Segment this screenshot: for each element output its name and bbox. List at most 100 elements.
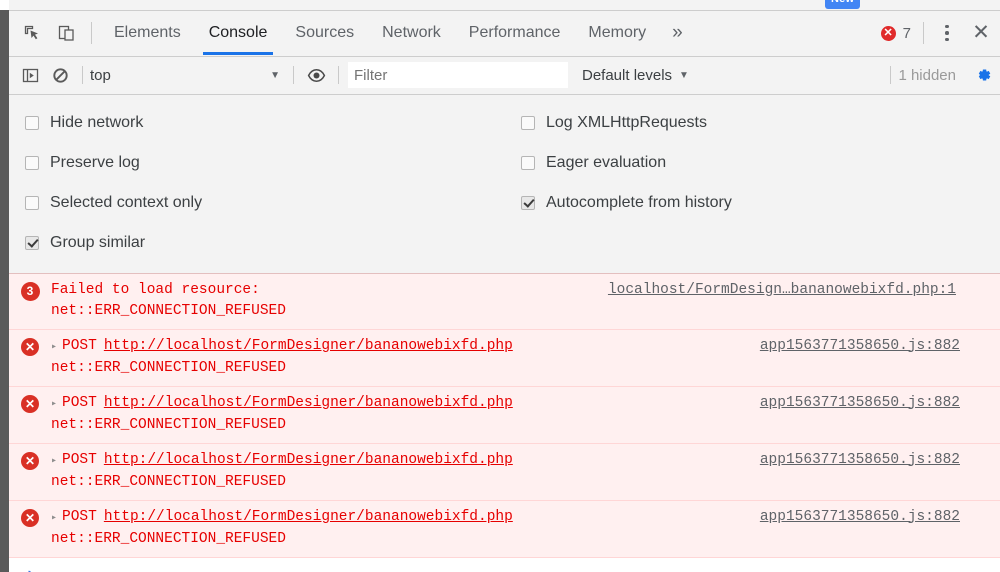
new-badge-strip: New [9,0,1000,11]
disclosure-triangle-icon[interactable]: ▸ [51,394,57,415]
error-icon: ✕ [21,508,39,527]
tab-elements[interactable]: Elements [100,11,195,55]
setting-log-xhr[interactable]: Log XMLHttpRequests [521,103,1000,143]
request-url-link[interactable]: http://localhost/FormDesigner/bananowebi… [104,393,513,414]
message-text: Failed to load resource: [51,281,260,298]
new-badge: New [825,0,861,9]
settings-column-right: Log XMLHttpRequests Eager evaluation Aut… [521,103,1000,263]
tab-sources[interactable]: Sources [281,11,368,55]
tabbar-divider [91,22,92,45]
message-source-link[interactable]: localhost/FormDesign…bananowebixfd.php:1 [608,280,1000,322]
clear-console-icon[interactable] [45,60,75,90]
console-message-list[interactable]: 3 Failed to load resource: net::ERR_CONN… [9,273,1000,572]
group-similar-checkbox[interactable] [25,235,39,250]
devtools-tabbar: Elements Console Sources Network Perform… [9,10,1000,57]
message-detail: net::ERR_CONNECTION_REFUSED [51,473,286,490]
setting-autocomplete-from-history[interactable]: Autocomplete from history [521,183,1000,223]
setting-label: Autocomplete from history [546,193,732,211]
error-count-value: 7 [902,24,911,42]
tab-console[interactable]: Console [195,11,282,56]
message-text-line: ▸ POST http://localhost/FormDesigner/ban… [51,393,760,415]
more-tabs-icon[interactable]: » [660,11,695,55]
error-count-indicator[interactable]: ✕ 7 [880,24,915,42]
request-method: POST [62,451,97,468]
request-url-link[interactable]: http://localhost/FormDesigner/bananowebi… [104,336,513,357]
disclosure-triangle-icon[interactable]: ▸ [51,451,57,472]
setting-hide-network[interactable]: Hide network [25,103,521,143]
devtools-body: New Elements Console Sources Network [9,0,1000,572]
message-detail: net::ERR_CONNECTION_REFUSED [51,530,286,547]
setting-selected-context-only[interactable]: Selected context only [25,183,521,223]
selected-context-only-checkbox[interactable] [25,195,39,210]
console-message-error[interactable]: ✕ ▸ POST http://localhost/FormDesigner/b… [9,386,1000,444]
hidden-messages-count[interactable]: 1 hidden [898,67,966,84]
request-method: POST [62,394,97,411]
hide-network-checkbox[interactable] [25,115,39,130]
settings-column-left: Hide network Preserve log Selected conte… [9,103,521,263]
disclosure-triangle-icon[interactable]: ▸ [51,508,57,529]
message-detail: net::ERR_CONNECTION_REFUSED [51,359,286,376]
disclosure-triangle-icon[interactable]: ▸ [51,337,57,358]
setting-group-similar[interactable]: Group similar [25,223,521,263]
message-source-link[interactable]: app1563771358650.js:882 [760,393,1000,436]
filter-input[interactable] [348,62,568,89]
setting-preserve-log[interactable]: Preserve log [25,143,521,183]
console-sidebar-icon[interactable] [15,60,45,90]
gear-icon[interactable] [966,65,1000,85]
chevron-down-icon: ▼ [270,69,280,81]
message-gutter: ✕ [9,393,51,436]
message-text-line: ▸ POST http://localhost/FormDesigner/ban… [51,336,760,358]
log-level-selector[interactable]: Default levels ▼ [582,67,689,84]
message-gutter: ✕ [9,450,51,493]
message-text-line: ▸ POST http://localhost/FormDesigner/ban… [51,507,760,529]
request-method: POST [62,508,97,525]
execution-context-selector[interactable]: top ▼ [90,67,286,84]
message-detail: net::ERR_CONNECTION_REFUSED [51,302,286,319]
message-text-line: Failed to load resource: [51,280,608,301]
autocomplete-from-history-checkbox[interactable] [521,195,535,210]
prompt-caret-icon: › [9,564,51,572]
message-body: Failed to load resource: net::ERR_CONNEC… [51,280,608,322]
request-url-link[interactable]: http://localhost/FormDesigner/bananowebi… [104,507,513,528]
setting-label: Preserve log [50,153,140,171]
setting-eager-evaluation[interactable]: Eager evaluation [521,143,1000,183]
eager-evaluation-checkbox[interactable] [521,155,535,170]
setting-label: Log XMLHttpRequests [546,113,707,131]
toolbar-divider-4 [890,66,892,85]
inspect-element-icon[interactable] [15,16,49,50]
toolbar-divider-2 [293,66,294,85]
error-icon: ✕ [880,25,896,41]
chevron-down-icon-levels: ▼ [679,69,689,81]
preserve-log-checkbox[interactable] [25,155,39,170]
group-count-badge: 3 [20,281,40,301]
console-prompt[interactable]: › [9,557,1000,572]
console-message-group[interactable]: 3 Failed to load resource: net::ERR_CONN… [9,273,1000,330]
error-icon: ✕ [21,394,39,413]
message-source-link[interactable]: app1563771358650.js:882 [760,450,1000,493]
message-text-line: ▸ POST http://localhost/FormDesigner/ban… [51,450,760,472]
message-gutter: ✕ [9,507,51,550]
message-body: ▸ POST http://localhost/FormDesigner/ban… [51,393,760,436]
toolbar-divider-3 [338,66,339,85]
live-expression-icon[interactable] [301,60,331,90]
device-toolbar-icon[interactable] [49,16,83,50]
console-message-error[interactable]: ✕ ▸ POST http://localhost/FormDesigner/b… [9,329,1000,387]
more-options-icon[interactable] [932,24,962,42]
message-source-link[interactable]: app1563771358650.js:882 [760,336,1000,379]
console-message-error[interactable]: ✕ ▸ POST http://localhost/FormDesigner/b… [9,443,1000,501]
tab-memory[interactable]: Memory [574,11,660,55]
devtools-window: New Elements Console Sources Network [0,0,1000,572]
tab-network[interactable]: Network [368,11,455,55]
request-url-link[interactable]: http://localhost/FormDesigner/bananowebi… [104,450,513,471]
setting-label: Eager evaluation [546,153,667,171]
tab-performance[interactable]: Performance [455,11,575,55]
console-toolbar: top ▼ Default levels ▼ 1 hidden [9,56,1000,95]
setting-label: Hide network [50,113,144,131]
close-devtools-icon[interactable]: ✕ [962,11,1000,55]
console-message-error[interactable]: ✕ ▸ POST http://localhost/FormDesigner/b… [9,500,1000,558]
message-source-link[interactable]: app1563771358650.js:882 [760,507,1000,550]
message-detail: net::ERR_CONNECTION_REFUSED [51,416,286,433]
request-method: POST [62,337,97,354]
log-xhr-checkbox[interactable] [521,115,535,130]
console-settings-panel: Hide network Preserve log Selected conte… [9,94,1000,274]
